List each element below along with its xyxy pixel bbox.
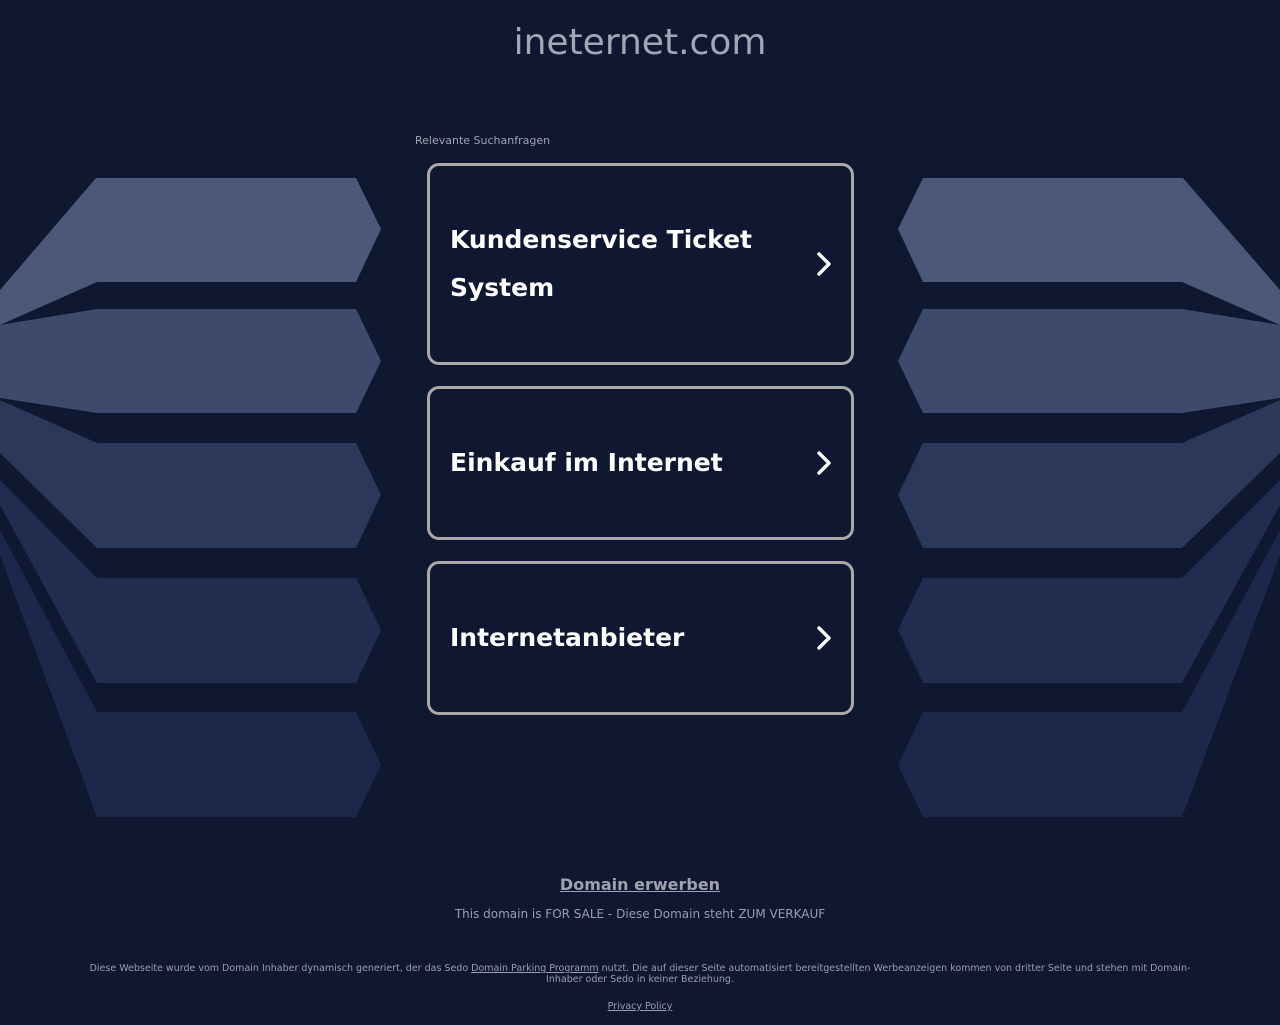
deco-band-left-1 xyxy=(0,178,381,325)
deco-band-left-3 xyxy=(0,400,381,548)
related-search-link[interactable]: Einkauf im Internet xyxy=(427,386,854,540)
chevron-right-icon xyxy=(817,451,831,475)
page: ineternet.com Relevante Suchanfragen Kun… xyxy=(0,0,1280,1025)
disclaimer-text: Diese Webseite wurde vom Domain Inhaber … xyxy=(80,963,1200,985)
related-search-link[interactable]: Internetanbieter xyxy=(427,561,854,715)
related-search-label: Einkauf im Internet xyxy=(450,448,723,477)
deco-band-right-1 xyxy=(898,178,1280,325)
related-search-label: Kundenservice Ticket System xyxy=(450,225,752,302)
related-searches-label: Relevante Suchanfragen xyxy=(415,134,551,147)
chevron-right-icon xyxy=(817,252,831,276)
related-search-list: Kundenservice Ticket System Einkauf im I… xyxy=(427,163,854,715)
disclaimer-text-end: nutzt. Die auf dieser Seite automatisier… xyxy=(546,963,1191,985)
privacy-container: Privacy Policy xyxy=(0,1001,1280,1013)
for-sale-text: This domain is FOR SALE - Diese Domain s… xyxy=(454,907,826,921)
privacy-policy-link[interactable]: Privacy Policy xyxy=(608,1001,673,1012)
chevron-right-icon xyxy=(817,626,831,650)
related-search-label: Internetanbieter xyxy=(450,623,685,652)
buy-domain-link[interactable]: Domain erwerben xyxy=(560,875,720,894)
deco-band-right-2 xyxy=(898,309,1280,413)
deco-band-right-3 xyxy=(898,400,1280,548)
related-search-link[interactable]: Kundenservice Ticket System xyxy=(427,163,854,365)
disclaimer-text-start: Diese Webseite wurde vom Domain Inhaber … xyxy=(89,963,472,974)
site-title: ineternet.com xyxy=(513,22,767,63)
deco-band-left-2 xyxy=(0,309,381,413)
buy-domain-container: Domain erwerben xyxy=(0,875,1280,894)
parking-program-link[interactable]: Domain Parking Programm xyxy=(471,963,598,974)
